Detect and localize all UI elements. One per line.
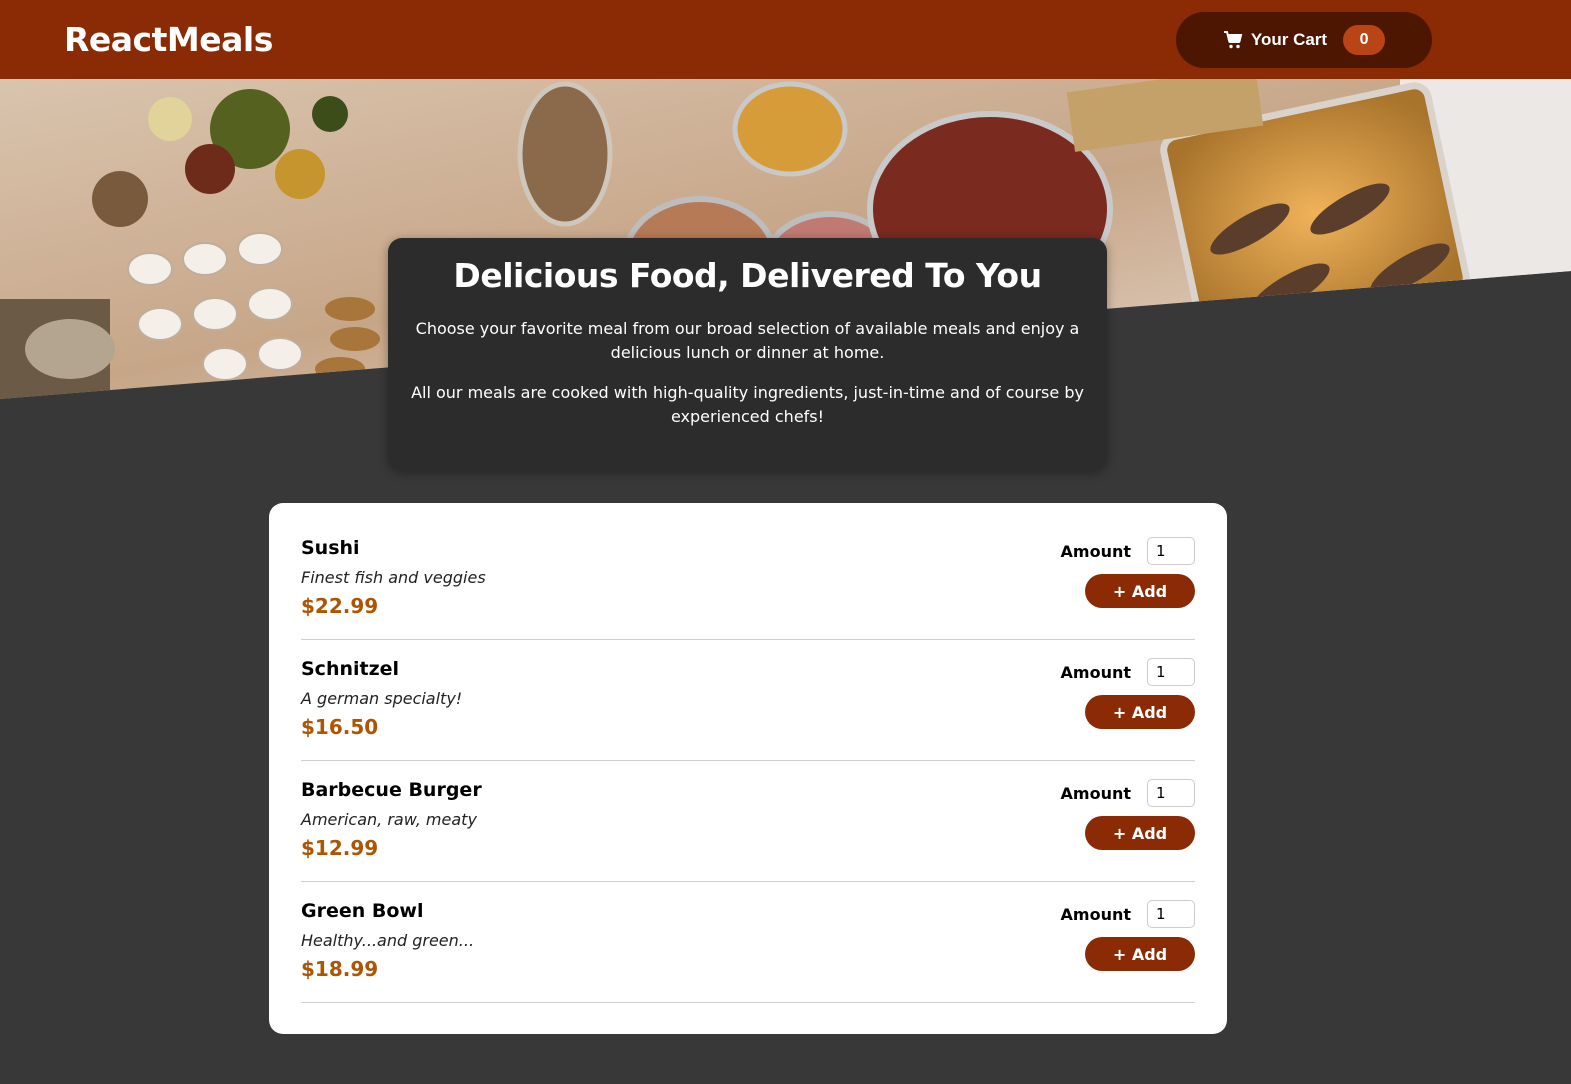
add-button[interactable]: + Add [1085, 937, 1195, 971]
meal-name: Green Bowl [301, 900, 424, 922]
amount-input[interactable] [1147, 779, 1195, 807]
summary-paragraph-2: All our meals are cooked with high-quali… [411, 383, 1084, 426]
brand-logo: ReactMeals [64, 20, 273, 59]
meal-description: Healthy...and green... [301, 931, 475, 950]
amount-label: Amount [1060, 904, 1131, 924]
meal-description: Finest fish and veggies [301, 568, 486, 587]
amount-row: Amount [1061, 900, 1195, 928]
meal-info: Schnitzel A german specialty! $16.50 [301, 658, 462, 760]
amount-row: Amount [1061, 779, 1195, 807]
meal-name: Schnitzel [301, 658, 400, 680]
cart-button[interactable]: Your Cart 0 [1176, 11, 1432, 68]
meal-item: Green Bowl Healthy...and green... $18.99… [301, 882, 1195, 1003]
meal-item: Barbecue Burger American, raw, meaty $12… [301, 761, 1195, 882]
summary-paragraph-1: Choose your favorite meal from our broad… [415, 319, 1080, 362]
meal-description: A german specialty! [301, 689, 463, 708]
meal-price: $16.50 [301, 715, 379, 739]
summary-title: Delicious Food, Delivered To You [453, 256, 1042, 295]
amount-label: Amount [1060, 541, 1131, 561]
meal-price: $12.99 [301, 836, 379, 860]
meal-item: Sushi Finest fish and veggies $22.99 Amo… [301, 519, 1195, 640]
add-button[interactable]: + Add [1085, 695, 1195, 729]
meals-summary: Delicious Food, Delivered To You Choose … [388, 238, 1107, 471]
amount-input[interactable] [1147, 900, 1195, 928]
meal-price: $22.99 [301, 594, 379, 618]
meal-form: Amount + Add [1061, 900, 1195, 1002]
cart-label: Your Cart [1250, 29, 1328, 49]
meal-form: Amount + Add [1061, 779, 1195, 881]
amount-label: Amount [1060, 783, 1131, 803]
meal-info: Barbecue Burger American, raw, meaty $12… [301, 779, 482, 881]
amount-input[interactable] [1147, 658, 1195, 686]
available-meals-card: Sushi Finest fish and veggies $22.99 Amo… [269, 503, 1227, 1034]
cart-count-badge: 0 [1343, 24, 1386, 55]
amount-input[interactable] [1147, 537, 1195, 565]
meal-info: Sushi Finest fish and veggies $22.99 [301, 537, 486, 639]
add-button[interactable]: + Add [1085, 574, 1195, 608]
meal-name: Barbecue Burger [301, 779, 482, 801]
add-button[interactable]: + Add [1085, 816, 1195, 850]
shopping-cart-icon [1223, 30, 1243, 50]
amount-row: Amount [1061, 658, 1195, 686]
amount-row: Amount [1061, 537, 1195, 565]
meal-name: Sushi [301, 537, 360, 559]
meal-item: Schnitzel A german specialty! $16.50 Amo… [301, 640, 1195, 761]
meal-form: Amount + Add [1061, 658, 1195, 760]
amount-label: Amount [1060, 662, 1131, 682]
meal-info: Green Bowl Healthy...and green... $18.99 [301, 900, 474, 1002]
meal-form: Amount + Add [1061, 537, 1195, 639]
meal-price: $18.99 [301, 957, 379, 981]
meal-description: American, raw, meaty [301, 810, 477, 829]
app-header: ReactMeals Your Cart 0 [0, 0, 1571, 79]
